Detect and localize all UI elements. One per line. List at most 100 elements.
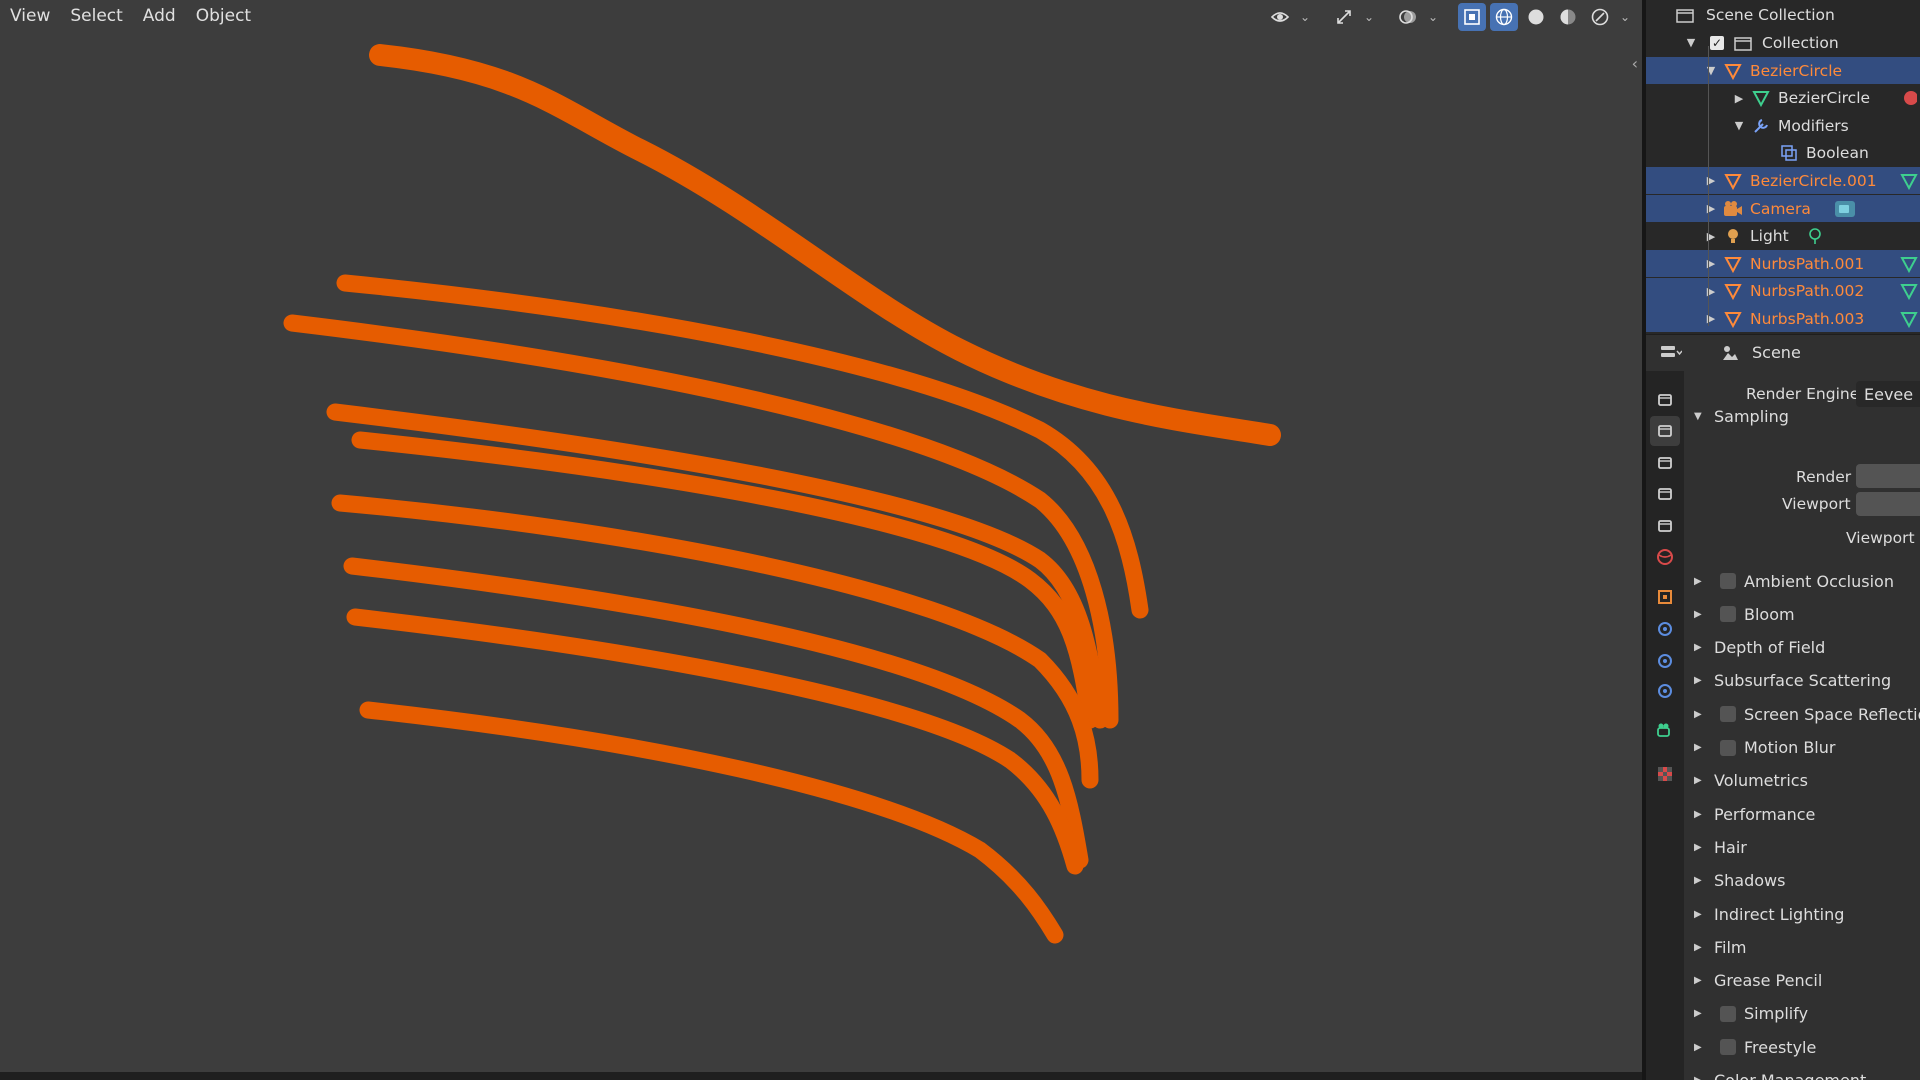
gizmo-icon[interactable] [1330,3,1358,31]
chevron-down-icon[interactable]: ⌄ [1426,10,1440,24]
data-icon[interactable] [1650,716,1680,746]
solid-shading-icon[interactable] [1522,3,1550,31]
panel-film[interactable]: ▶ Film [1684,933,1920,961]
panel-freestyle[interactable]: ▶ Freestyle [1684,1033,1920,1061]
xray-icon[interactable] [1458,3,1486,31]
panel-enable-checkbox[interactable] [1720,1005,1736,1022]
tool-icon[interactable] [1650,385,1680,415]
panel-enable-checkbox[interactable] [1720,1039,1736,1056]
panel-simplify[interactable]: ▶ Simplify [1684,1000,1920,1028]
outliner-item-beziercircle-001[interactable]: ▶ BezierCircle.001 [1646,167,1920,195]
outliner-item-camera[interactable]: ▶ Camera [1646,195,1920,222]
panel-color-management[interactable]: ▶ Color Management [1684,1067,1920,1080]
expand-arrow-icon: ▶ [1694,1075,1702,1080]
visibility-icon[interactable] [1266,3,1294,31]
panel-performance[interactable]: ▶ Performance [1684,800,1920,828]
camera-data-icon[interactable] [1834,198,1856,220]
panel-depth-of-field[interactable]: ▶ Depth of Field [1684,634,1920,662]
panel-hair[interactable]: ▶ Hair [1684,833,1920,861]
panel-grease-pencil[interactable]: ▶ Grease Pencil [1684,967,1920,995]
panel-bloom[interactable]: ▶ Bloom [1684,600,1920,628]
properties-context-label: Scene [1752,343,1801,362]
panel-enable-checkbox[interactable] [1720,739,1736,756]
curve-data-icon[interactable] [1898,253,1920,275]
3d-viewport[interactable]: View Select Add Object ⌄ ⌄ ⌄ ⌄ ‹ [0,0,1642,1080]
panel-label: Depth of Field [1714,638,1826,658]
wireframe-shading-icon[interactable] [1490,3,1518,31]
curve-scene[interactable] [0,0,1642,1080]
render-samples-field[interactable] [1856,464,1920,488]
curve-object-9[interactable] [359,701,1064,944]
material-shading-icon[interactable] [1554,3,1582,31]
menu-view[interactable]: View [0,2,60,30]
panel-screen-space-reflectio[interactable]: ▶ Screen Space Reflectio [1684,700,1920,728]
expand-arrow-icon[interactable]: ▶ [1704,202,1718,215]
menu-select[interactable]: Select [60,2,132,30]
expand-arrow-icon[interactable]: ▶ [1704,285,1718,298]
expand-arrow-icon[interactable]: ▶ [1704,257,1718,270]
panel-volumetrics[interactable]: ▶ Volumetrics [1684,767,1920,795]
outliner-item-nurbspath-001[interactable]: ▶ NurbsPath.001 [1646,250,1920,278]
world-icon[interactable] [1650,542,1680,572]
expand-arrow-icon[interactable]: ▼ [1732,119,1746,132]
viewport-denoise-label: Viewport D [1846,529,1920,547]
curve-data-icon[interactable] [1898,280,1920,302]
menu-add[interactable]: Add [133,2,186,30]
outliner-item-nurbspath-002[interactable]: ▶ NurbsPath.002 [1646,277,1920,305]
material-icon[interactable] [1898,87,1920,109]
curve-object-1[interactable] [369,44,1281,446]
panel-enable-checkbox[interactable] [1720,706,1736,723]
panel-subsurface-scattering[interactable]: ▶ Subsurface Scattering [1684,667,1920,695]
curve-object-8[interactable] [346,608,1084,875]
expand-arrow-icon[interactable]: ▼ [1684,36,1698,49]
rendered-shading-icon[interactable] [1586,3,1614,31]
object-icon[interactable] [1650,582,1680,612]
expand-arrow-icon[interactable]: ▶ [1704,230,1718,243]
viewport-samples-label: Viewport [1782,495,1851,513]
scene-icon[interactable] [1650,511,1680,541]
outliner-item-beziercircle[interactable]: ▼ BezierCircle [1646,57,1920,84]
view-layer-icon[interactable] [1650,479,1680,509]
curve-data-icon[interactable] [1898,170,1920,192]
physics-icon[interactable] [1650,646,1680,676]
panel-motion-blur[interactable]: ▶ Motion Blur [1684,734,1920,762]
outliner-collection[interactable]: ▼ ✓ Collection [1646,29,1920,56]
expand-arrow-icon[interactable]: ▶ [1732,92,1746,105]
panel-enable-checkbox[interactable] [1720,573,1736,589]
curve-data-icon[interactable] [1898,308,1920,330]
outliner-item-beziercircle[interactable]: ▶ BezierCircle [1646,85,1920,112]
curve-object-icon [1722,170,1744,192]
outliner-scene-collection[interactable]: Scene Collection [1646,1,1920,28]
output-icon[interactable] [1650,448,1680,478]
panel-indirect-lighting[interactable]: ▶ Indirect Lighting [1684,900,1920,928]
chevron-left-icon[interactable]: ‹ [1632,54,1638,73]
curve-object-icon [1722,253,1744,275]
expand-arrow-icon[interactable]: ▶ [1704,174,1718,187]
render-icon[interactable] [1650,416,1680,446]
curve-object-icon [1722,308,1744,330]
texture-icon[interactable] [1650,759,1680,789]
modifier-icon[interactable] [1650,614,1680,644]
constraint-icon[interactable] [1650,676,1680,706]
menu-object[interactable]: Object [186,2,261,30]
expand-arrow-icon: ▶ [1694,575,1702,587]
chevron-down-icon[interactable]: ⌄ [1362,10,1376,24]
sampling-panel-header[interactable]: ▼ Sampling [1684,402,1920,430]
panel-enable-checkbox[interactable] [1720,606,1736,623]
collection-label: Collection [1762,33,1839,52]
viewport-samples-field[interactable] [1856,492,1920,516]
panel-shadows[interactable]: ▶ Shadows [1684,867,1920,895]
outliner-item-boolean[interactable]: Boolean [1646,140,1920,167]
expand-arrow-icon[interactable]: ▶ [1704,312,1718,325]
chevron-down-icon[interactable]: ⌄ [1298,10,1312,24]
outliner-item-nurbspath-003[interactable]: ▶ NurbsPath.003 [1646,305,1920,333]
outliner-item-modifiers[interactable]: ▼ Modifiers [1646,112,1920,139]
overlay-icon[interactable] [1394,3,1422,31]
chevron-down-icon[interactable]: ⌄ [1618,10,1632,24]
outliner-item-light[interactable]: ▶ Light [1646,223,1920,250]
expand-arrow-icon[interactable]: ▼ [1704,64,1718,77]
panel-ambient-occlusion[interactable]: ▶ Ambient Occlusion [1684,567,1920,595]
light-data-icon[interactable] [1804,225,1826,247]
checkbox-icon[interactable]: ✓ [1706,32,1728,54]
editor-type-icon[interactable] [1660,342,1698,364]
